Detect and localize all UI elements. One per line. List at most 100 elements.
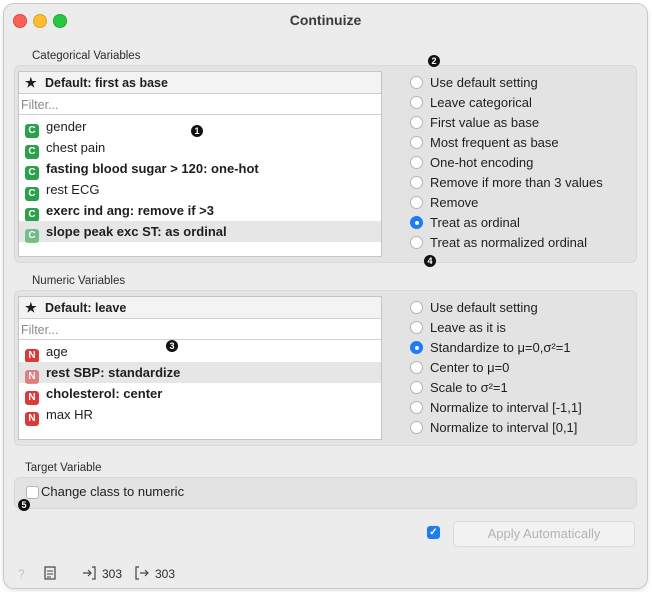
categorical-option[interactable]: Use default setting <box>410 73 603 93</box>
categorical-type-icon: C <box>25 166 39 180</box>
numeric-options: Use default setting Leave as it is Standar… <box>410 298 582 438</box>
categorical-option[interactable]: One-hot encoding <box>410 153 603 173</box>
categorical-option[interactable]: Treat as normalized ordinal <box>410 233 603 253</box>
categorical-item-label: fasting blood sugar > 120: one-hot <box>46 161 259 176</box>
zoom-window-button[interactable] <box>53 14 67 28</box>
continuize-window: Continuize Categorical Variables ★ Defaul… <box>4 4 647 588</box>
change-class-label: Change class to numeric <box>41 484 185 499</box>
callout-4: 4 <box>424 255 436 267</box>
numeric-option[interactable]: Leave as it is <box>410 318 582 338</box>
report-icon[interactable] <box>44 566 56 584</box>
numeric-item-label: max HR <box>46 407 93 422</box>
categorical-option-label: Leave categorical <box>430 95 532 110</box>
numeric-variable-list: Nage Nrest SBP: standardize Ncholesterol: … <box>19 341 381 439</box>
numeric-option[interactable]: Normalize to interval [-1,1] <box>410 398 582 418</box>
categorical-item-label: rest ECG <box>46 182 100 197</box>
categorical-radio-button[interactable] <box>410 76 423 89</box>
callout-5: 5 <box>18 499 30 511</box>
categorical-radio-button[interactable] <box>410 196 423 209</box>
numeric-option-label: Leave as it is <box>430 320 506 335</box>
star-icon: ★ <box>25 300 37 315</box>
numeric-item-label: age <box>46 344 68 359</box>
apply-automatically-checkbox[interactable]: ✓ <box>427 526 440 539</box>
numeric-radio-button[interactable] <box>410 361 423 374</box>
numeric-default-row[interactable]: ★ Default: leave <box>19 297 381 319</box>
numeric-list-panel: ★ Default: leave Filter... Nage Nrest SBP:… <box>18 296 382 440</box>
numeric-option[interactable]: Normalize to interval [0,1] <box>410 418 582 438</box>
numeric-type-icon: N <box>25 370 39 384</box>
categorical-list-item[interactable]: Cslope peak exc ST: as ordinal <box>19 221 381 243</box>
change-class-checkbox[interactable] <box>26 486 39 499</box>
categorical-list-item[interactable]: Cfasting blood sugar > 120: one-hot <box>19 158 381 180</box>
categorical-list-item[interactable]: Cchest pain <box>19 137 381 159</box>
categorical-option-label: Treat as normalized ordinal <box>430 235 588 250</box>
numeric-list-item[interactable]: Nmax HR <box>19 404 381 426</box>
numeric-option[interactable]: Scale to σ²=1 <box>410 378 582 398</box>
categorical-option[interactable]: Remove if more than 3 values <box>410 173 603 193</box>
numeric-type-icon: N <box>25 391 39 405</box>
numeric-option-label: Normalize to interval [0,1] <box>430 420 578 435</box>
numeric-radio-button[interactable] <box>410 341 423 354</box>
categorical-radio-button[interactable] <box>410 116 423 129</box>
categorical-list-item[interactable]: Cexerc ind ang: remove if >3 <box>19 200 381 222</box>
numeric-option[interactable]: Standardize to μ=0,σ²=1 <box>410 338 582 358</box>
categorical-list-panel: ★ Default: first as base Filter... Cgende… <box>18 71 382 257</box>
categorical-type-icon: C <box>25 229 39 243</box>
categorical-radio-button[interactable] <box>410 176 423 189</box>
categorical-option[interactable]: Leave categorical <box>410 93 603 113</box>
apply-button[interactable]: Apply Automatically <box>453 521 635 547</box>
numeric-list-item[interactable]: Ncholesterol: center <box>19 383 381 405</box>
categorical-list-item[interactable]: Crest ECG <box>19 179 381 201</box>
callout-1: 1 <box>191 125 203 137</box>
numeric-list-item[interactable]: Nage <box>19 341 381 363</box>
callout-2: 2 <box>428 55 440 67</box>
help-icon[interactable]: ? <box>18 566 25 582</box>
numeric-radio-button[interactable] <box>410 301 423 314</box>
numeric-default-label: Default: leave <box>45 301 127 315</box>
numeric-type-icon: N <box>25 349 39 363</box>
window-title: Continuize <box>289 12 362 28</box>
numeric-option-label: Normalize to interval [-1,1] <box>430 400 582 415</box>
close-window-button[interactable] <box>13 14 27 28</box>
categorical-type-icon: C <box>25 208 39 222</box>
numeric-filter-input[interactable]: Filter... <box>19 320 381 340</box>
categorical-item-label: slope peak exc ST: as ordinal <box>46 224 227 239</box>
minimize-window-button[interactable] <box>33 14 47 28</box>
categorical-radio-button[interactable] <box>410 216 423 229</box>
categorical-options: Use default setting Leave categorical Firs… <box>410 73 603 253</box>
categorical-type-icon: C <box>25 145 39 159</box>
categorical-option-label: Treat as ordinal <box>430 215 520 230</box>
categorical-radio-button[interactable] <box>410 96 423 109</box>
categorical-radio-button[interactable] <box>410 156 423 169</box>
categorical-default-label: Default: first as base <box>45 76 168 90</box>
categorical-filter-input[interactable]: Filter... <box>19 95 381 115</box>
categorical-radio-button[interactable] <box>410 136 423 149</box>
numeric-type-icon: N <box>25 412 39 426</box>
categorical-radio-button[interactable] <box>410 236 423 249</box>
categorical-option-label: Remove <box>430 195 479 210</box>
categorical-option[interactable]: First value as base <box>410 113 603 133</box>
numeric-option-label: Standardize to μ=0,σ²=1 <box>430 340 571 355</box>
output-data-icon <box>135 566 149 584</box>
categorical-option[interactable]: Remove <box>410 193 603 213</box>
numeric-option-label: Scale to σ²=1 <box>430 380 508 395</box>
numeric-item-label: cholesterol: center <box>46 386 163 401</box>
categorical-type-icon: C <box>25 124 39 138</box>
numeric-radio-button[interactable] <box>410 321 423 334</box>
numeric-radio-button[interactable] <box>410 401 423 414</box>
categorical-option[interactable]: Most frequent as base <box>410 133 603 153</box>
categorical-item-label: exerc ind ang: remove if >3 <box>46 203 214 218</box>
categorical-option[interactable]: Treat as ordinal <box>410 213 603 233</box>
numeric-option[interactable]: Center to μ=0 <box>410 358 582 378</box>
categorical-item-label: gender <box>46 119 87 134</box>
numeric-radio-button[interactable] <box>410 381 423 394</box>
callout-3: 3 <box>166 340 178 352</box>
categorical-default-row[interactable]: ★ Default: first as base <box>19 72 381 94</box>
numeric-section-label: Numeric Variables <box>32 275 126 287</box>
numeric-option[interactable]: Use default setting <box>410 298 582 318</box>
star-icon: ★ <box>25 75 37 90</box>
categorical-variable-list: Cgender Cchest pain Cfasting blood sugar >… <box>19 116 381 256</box>
numeric-radio-button[interactable] <box>410 421 423 434</box>
numeric-list-item[interactable]: Nrest SBP: standardize <box>19 362 381 384</box>
categorical-option-label: One-hot encoding <box>430 155 534 170</box>
